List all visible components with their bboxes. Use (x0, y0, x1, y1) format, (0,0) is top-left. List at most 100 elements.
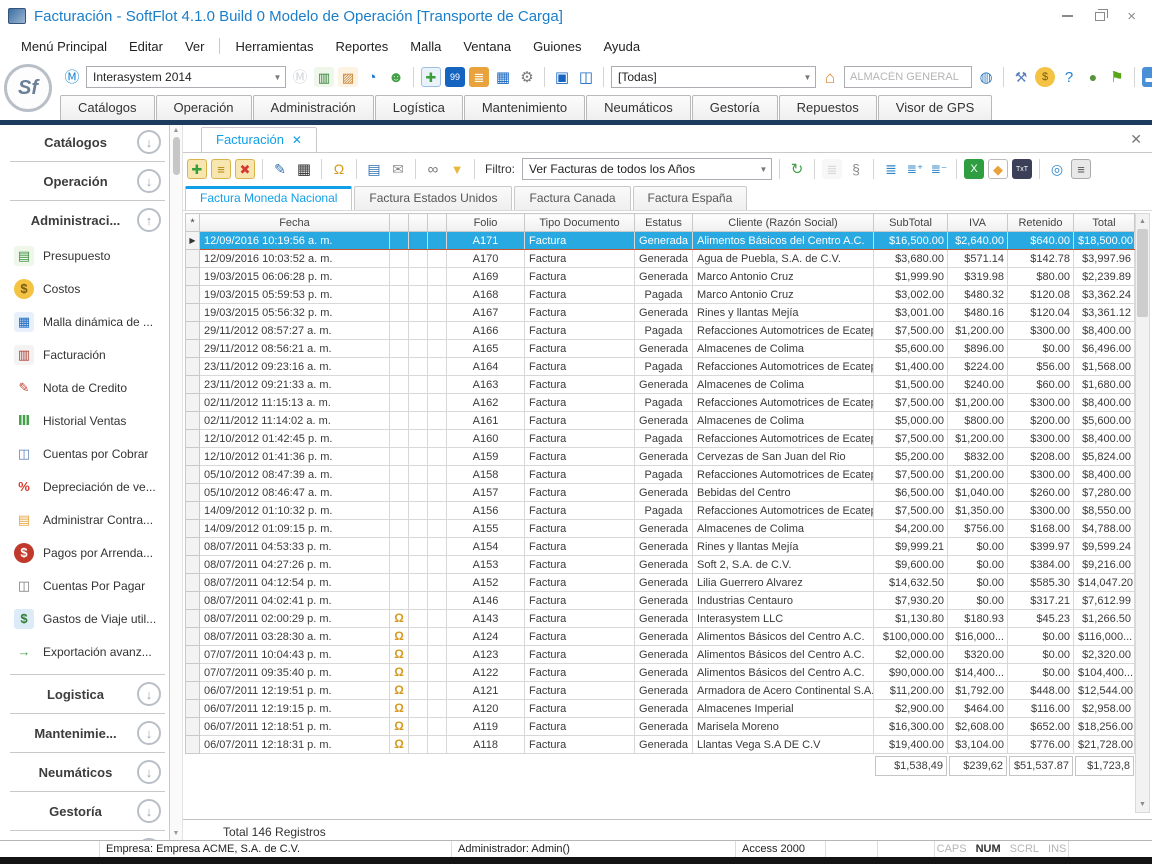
cell-c3[interactable] (428, 430, 447, 448)
cell-cliente[interactable]: Almacenes de Colima (693, 340, 874, 358)
cell-subtotal[interactable]: $5,200.00 (874, 448, 948, 466)
cell-c2[interactable] (409, 250, 428, 268)
window-book-icon[interactable]: ▣ (552, 67, 572, 87)
cell-fecha[interactable]: 14/09/2012 01:09:15 p. m. (200, 520, 390, 538)
cell-folio[interactable]: A161 (447, 412, 525, 430)
cell-cliente[interactable]: Cervezas de San Juan del Rio (693, 448, 874, 466)
table-row[interactable]: 08/07/2011 04:53:33 p. m.A154FacturaGene… (186, 538, 1135, 556)
cell-c3[interactable] (428, 592, 447, 610)
grid-scroll-thumb[interactable] (1137, 229, 1148, 317)
cell-folio[interactable]: A152 (447, 574, 525, 592)
cell-fecha[interactable]: 08/07/2011 04:27:26 p. m. (200, 556, 390, 574)
cell-iva[interactable]: $1,200.00 (948, 394, 1008, 412)
cell-folio[interactable]: A146 (447, 592, 525, 610)
table-row[interactable]: 19/03/2015 05:59:53 p. m.A168FacturaPaga… (186, 286, 1135, 304)
cell-folio[interactable]: A123 (447, 646, 525, 664)
cell-subtotal[interactable]: $11,200.00 (874, 682, 948, 700)
cell-iva[interactable]: $1,792.00 (948, 682, 1008, 700)
cell-tipo[interactable]: Factura (525, 574, 635, 592)
minimize-icon[interactable] (1062, 15, 1073, 17)
doc-export-icon[interactable]: ◆ (988, 159, 1008, 179)
cell-cliente[interactable]: Bebidas del Centro (693, 484, 874, 502)
cell-subtotal[interactable]: $19,400.00 (874, 736, 948, 754)
menu-item-ventana[interactable]: Ventana (452, 36, 522, 57)
table-row[interactable]: 02/11/2012 11:14:02 a. m.A161FacturaGene… (186, 412, 1135, 430)
add-record-icon[interactable]: ✚ (187, 159, 207, 179)
cell-c3[interactable] (428, 628, 447, 646)
new-document-icon[interactable]: ✚ (421, 67, 441, 87)
cell-total[interactable]: $12,544.00 (1074, 682, 1135, 700)
cell-c3[interactable] (428, 448, 447, 466)
cell-cliente[interactable]: Llantas Vega S.A DE C.V (693, 736, 874, 754)
cell-subtotal[interactable]: $1,400.00 (874, 358, 948, 376)
cell-tipo[interactable]: Factura (525, 592, 635, 610)
table-row[interactable]: 14/09/2012 01:09:15 p. m.A155FacturaGene… (186, 520, 1135, 538)
cell-c3[interactable] (428, 304, 447, 322)
cell-fecha[interactable]: 08/07/2011 04:53:33 p. m. (200, 538, 390, 556)
cell-total[interactable]: $4,788.00 (1074, 520, 1135, 538)
cell-subtotal[interactable]: $1,999.90 (874, 268, 948, 286)
table-row[interactable]: 05/10/2012 08:47:39 a. m.A158FacturaPaga… (186, 466, 1135, 484)
cell-c1[interactable] (390, 556, 409, 574)
cell-folio[interactable]: A118 (447, 736, 525, 754)
cell-tipo[interactable]: Factura (525, 268, 635, 286)
dashboard-gauge-icon[interactable]: ◔ (362, 67, 382, 87)
column-header-c2[interactable] (409, 214, 428, 232)
cell-total[interactable]: $21,728.00 (1074, 736, 1135, 754)
branch-filter-select[interactable]: [Todas]▼ (611, 66, 816, 88)
cell-subtotal[interactable]: $3,001.00 (874, 304, 948, 322)
cell-fecha[interactable]: 07/07/2011 09:35:40 p. m. (200, 664, 390, 682)
cell-folio[interactable]: A162 (447, 394, 525, 412)
table-row[interactable]: 12/10/2012 01:41:36 p. m.A159FacturaGene… (186, 448, 1135, 466)
module-tab-mantenimiento[interactable]: Mantenimiento (464, 95, 585, 120)
cell-tipo[interactable]: Factura (525, 628, 635, 646)
cell-retenido[interactable]: $45.23 (1008, 610, 1074, 628)
cell-retenido[interactable]: $142.78 (1008, 250, 1074, 268)
document-area-close-icon[interactable]: ✕ (1130, 131, 1142, 148)
cell-iva[interactable]: $800.00 (948, 412, 1008, 430)
cell-retenido[interactable]: $448.00 (1008, 682, 1074, 700)
cell-total[interactable]: $18,500.00 (1074, 232, 1135, 250)
cell-c3[interactable] (428, 484, 447, 502)
cell-tipo[interactable]: Factura (525, 232, 635, 250)
cell-subtotal[interactable]: $9,600.00 (874, 556, 948, 574)
cell-c3[interactable] (428, 358, 447, 376)
cell-c3[interactable] (428, 376, 447, 394)
cell-c2[interactable] (409, 412, 428, 430)
subtab-factura-canada[interactable]: Factura Canada (514, 186, 630, 210)
cell-cliente[interactable]: Alimentos Básicos del Centro A.C. (693, 232, 874, 250)
cell-c3[interactable] (428, 502, 447, 520)
cell-fecha[interactable]: 06/07/2011 12:19:51 p. m. (200, 682, 390, 700)
cell-estatus[interactable]: Generada (635, 556, 693, 574)
cell-retenido[interactable]: $168.00 (1008, 520, 1074, 538)
cell-c2[interactable] (409, 268, 428, 286)
cell-tipo[interactable]: Factura (525, 502, 635, 520)
tab-close-icon[interactable]: ✕ (292, 133, 302, 147)
cell-iva[interactable]: $1,200.00 (948, 322, 1008, 340)
cell-retenido[interactable]: $120.08 (1008, 286, 1074, 304)
cell-total[interactable]: $8,400.00 (1074, 394, 1135, 412)
sidebar-item-malla-dinamica-de[interactable]: ▦Malla dinámica de ... (0, 305, 169, 338)
cell-tipo[interactable]: Factura (525, 466, 635, 484)
table-row[interactable]: 05/10/2012 08:46:47 a. m.A157FacturaGene… (186, 484, 1135, 502)
cell-cliente[interactable]: Alimentos Básicos del Centro A.C. (693, 646, 874, 664)
cell-c1[interactable] (390, 466, 409, 484)
cell-iva[interactable]: $896.00 (948, 340, 1008, 358)
cell-tipo[interactable]: Factura (525, 358, 635, 376)
cell-total[interactable]: $3,361.12 (1074, 304, 1135, 322)
cell-fecha[interactable]: 23/11/2012 09:21:33 a. m. (200, 376, 390, 394)
cell-estatus[interactable]: Generada (635, 304, 693, 322)
cell-total[interactable]: $14,047.20 (1074, 574, 1135, 592)
cell-cliente[interactable]: Almacenes de Colima (693, 376, 874, 394)
module-tab-catalogos[interactable]: Catálogos (60, 95, 155, 120)
cell-fecha[interactable]: 05/10/2012 08:47:39 a. m. (200, 466, 390, 484)
cell-cliente[interactable]: Alimentos Básicos del Centro A.C. (693, 628, 874, 646)
subtab-factura-moneda-nacional[interactable]: Factura Moneda Nacional (185, 186, 352, 210)
cell-retenido[interactable]: $317.21 (1008, 592, 1074, 610)
sidebar-section-repuestos[interactable]: Repuestos↓ (0, 833, 169, 840)
cell-c3[interactable] (428, 286, 447, 304)
cell-subtotal[interactable]: $9,999.21 (874, 538, 948, 556)
cell-c1[interactable] (390, 448, 409, 466)
cell-c3[interactable] (428, 466, 447, 484)
cell-total[interactable]: $1,680.00 (1074, 376, 1135, 394)
